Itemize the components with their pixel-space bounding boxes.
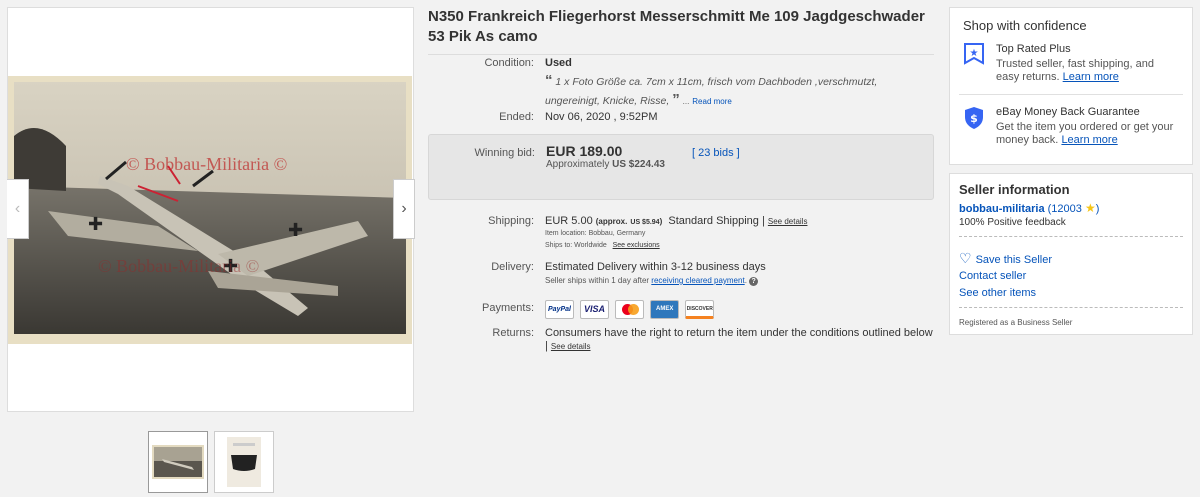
star-icon: ★: [1084, 201, 1096, 215]
returns-see-details-link[interactable]: See details: [551, 342, 591, 351]
delivery-value: Estimated Delivery within 3-12 business …: [545, 261, 766, 273]
seller-info-heading: Seller information: [959, 182, 1070, 197]
registered-business-seller: Registered as a Business Seller: [959, 318, 1073, 327]
mastercard-logo: [615, 300, 645, 319]
item-details: N350 Frankreich Fliegerhorst Messerschmi…: [428, 7, 934, 352]
contact-seller-link[interactable]: Contact seller: [959, 270, 1026, 282]
approx-value: US $224.43: [612, 159, 665, 170]
positive-feedback: 100% Positive feedback: [959, 217, 1066, 228]
winning-bid-box: Winning bid: EUR 189.00 Approximately US…: [428, 134, 934, 200]
approx-label: Approximately: [546, 159, 610, 170]
seller-name-link[interactable]: bobbau-militaria: [959, 203, 1045, 215]
paypal-logo: PayPal: [545, 300, 574, 319]
shipping-see-details-link[interactable]: See details: [768, 217, 808, 226]
heart-icon: ♡: [959, 250, 972, 266]
shipping-price: EUR 5.00: [545, 215, 593, 227]
watermark-bottom: © Bobbau-Militaria ©: [98, 256, 260, 276]
returns-pipe: |: [545, 340, 548, 352]
save-seller-label: Save this Seller: [975, 254, 1052, 266]
receiving-payment-link[interactable]: receiving cleared payment: [651, 276, 744, 285]
winning-bid-price: EUR 189.00: [546, 143, 623, 159]
svg-text:★: ★: [970, 48, 979, 59]
confidence-divider: [959, 94, 1183, 95]
chevron-right-icon: ›: [401, 200, 407, 217]
returns-value: Consumers have the right to return the i…: [545, 327, 933, 339]
score-paren-close: ): [1095, 203, 1100, 215]
svg-text:$: $: [970, 112, 978, 125]
feedback-score-link[interactable]: 12003: [1051, 203, 1082, 215]
top-rated-learn-more-link[interactable]: Learn more: [1063, 71, 1119, 83]
money-back-title: eBay Money Back Guarantee: [996, 106, 1140, 118]
shipping-label: Shipping:: [488, 215, 534, 227]
shipping-method: Standard Shipping |: [668, 215, 765, 227]
shield-icon: $: [965, 107, 983, 129]
shop-with-confidence-panel: Shop with confidence ★ Top Rated Plus Tr…: [949, 7, 1193, 165]
shipping-approx-value: US $5.94: [630, 219, 660, 226]
seller-divider-top: [959, 236, 1183, 237]
winning-bid-label: Winning bid:: [474, 147, 535, 159]
read-more-link[interactable]: Read more: [692, 97, 732, 106]
condition-label: Condition:: [484, 57, 534, 69]
thumbnail-front[interactable]: [148, 431, 208, 493]
condition-ellipsis: ...: [682, 97, 690, 106]
item-location: Item location: Bobbau, Germany: [545, 230, 646, 237]
seller-ships-text: Seller ships within 1 day after: [545, 276, 650, 285]
top-rated-plus-title: Top Rated Plus: [996, 43, 1071, 55]
thumbnail-strip: [148, 431, 274, 493]
bids-bracket-close: ]: [736, 147, 740, 159]
condition-value: Used: [545, 57, 572, 69]
shop-with-confidence-title: Shop with confidence: [963, 18, 1087, 33]
bids-bracket-open: [: [692, 147, 696, 159]
thumbnail-back[interactable]: [214, 431, 274, 493]
seller-divider-bottom: [959, 307, 1183, 308]
payments-label: Payments:: [482, 302, 534, 314]
main-item-photo[interactable]: ✚ ✚ ✚ © Bobbau-Militaria © © Bobbau-Mili…: [8, 76, 412, 344]
returns-label: Returns:: [492, 327, 534, 339]
ended-value: Nov 06, 2020 , 9:52PM: [545, 111, 658, 123]
close-quote: ”: [672, 91, 680, 108]
shipping-approx-close: ): [659, 217, 663, 226]
svg-text:✚: ✚: [88, 214, 103, 235]
amex-logo: AMEX: [650, 300, 680, 319]
seller-information-panel: Seller information bobbau-militaria (120…: [949, 173, 1193, 335]
next-image-button[interactable]: ›: [393, 179, 415, 239]
ended-label: Ended:: [499, 111, 534, 123]
discover-logo: DISCOVER: [685, 300, 715, 319]
money-back-learn-more-link[interactable]: Learn more: [1061, 134, 1117, 146]
open-quote: “: [545, 72, 553, 89]
svg-text:✚: ✚: [288, 220, 303, 241]
chevron-left-icon: ‹: [14, 200, 21, 217]
bid-history-link[interactable]: 23 bids: [698, 147, 733, 159]
item-title: N350 Frankreich Fliegerhorst Messerschmi…: [428, 7, 934, 55]
ships-to: Ships to: Worldwide: [545, 242, 607, 249]
see-other-items-link[interactable]: See other items: [959, 287, 1036, 299]
delivery-label: Delivery:: [491, 261, 534, 273]
top-rated-badge-icon: ★: [964, 43, 984, 65]
visa-logo: VISA: [580, 300, 610, 319]
seller-ships-period: .: [744, 276, 747, 285]
previous-image-button[interactable]: ‹: [7, 179, 29, 239]
save-seller-button[interactable]: ♡ Save this Seller: [959, 250, 1052, 267]
watermark-top: © Bobbau-Militaria ©: [126, 154, 288, 174]
see-exclusions-link[interactable]: See exclusions: [613, 242, 660, 249]
shipping-approx-open: (approx.: [595, 217, 628, 226]
info-icon[interactable]: ?: [749, 277, 759, 286]
